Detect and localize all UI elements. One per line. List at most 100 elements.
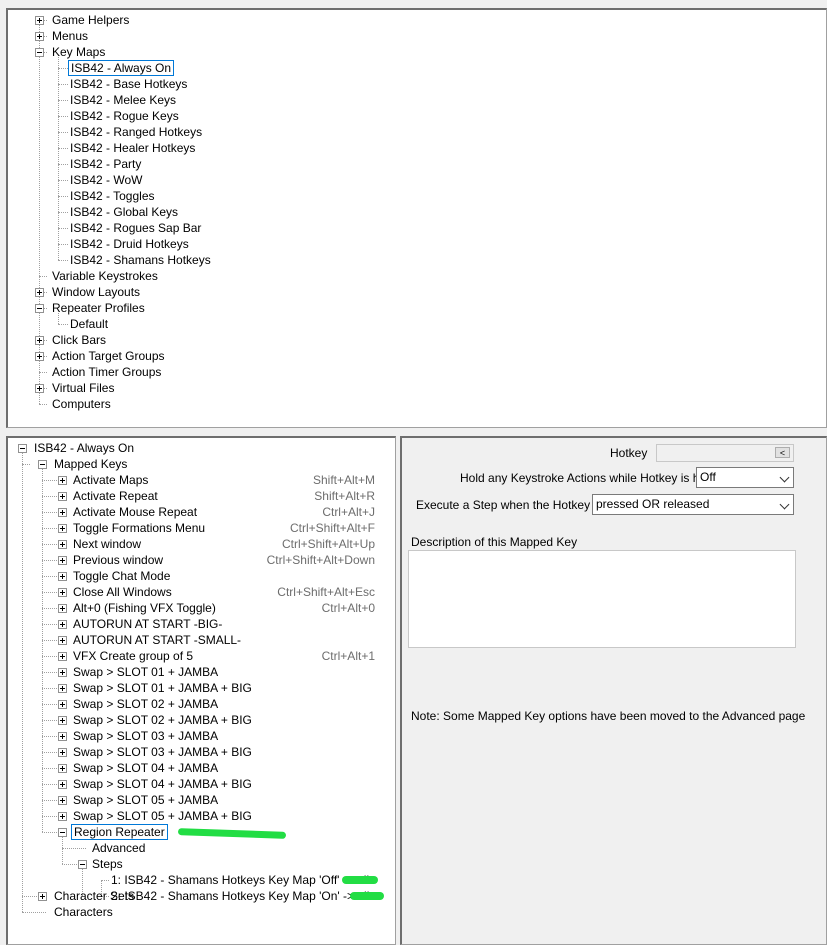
expand-plus-icon[interactable] xyxy=(58,588,67,597)
mapped-key-item[interactable]: AUTORUN AT START -SMALL- xyxy=(71,632,243,648)
collapse-minus-icon[interactable] xyxy=(18,444,27,453)
mapped-key-item[interactable]: Swap > SLOT 02 + JAMBA + BIG xyxy=(71,712,254,728)
tree-item[interactable]: ISB42 - Druid Hotkeys xyxy=(68,236,191,252)
tree-item[interactable]: ISB42 - Toggles xyxy=(68,188,157,204)
mapped-key-item[interactable]: Swap > SLOT 04 + JAMBA + BIG xyxy=(71,776,254,792)
step-item[interactable]: 1: ISB42 - Shamans Hotkeys Key Map 'Off'… xyxy=(109,872,371,888)
expand-plus-icon[interactable] xyxy=(58,748,67,757)
tree-item[interactable]: ISB42 - Party xyxy=(68,156,143,172)
mapped-key-item[interactable]: Toggle Chat Mode xyxy=(71,568,172,584)
expand-plus-icon[interactable] xyxy=(58,604,67,613)
expand-plus-icon[interactable] xyxy=(58,668,67,677)
mapped-key-item[interactable]: Activate Mouse Repeat xyxy=(71,504,199,520)
mapped-key-item[interactable]: Activate Maps xyxy=(71,472,150,488)
expand-plus-icon[interactable] xyxy=(58,620,67,629)
expand-plus-icon[interactable] xyxy=(58,492,67,501)
collapse-minus-icon[interactable] xyxy=(35,304,44,313)
tree-item[interactable]: Game Helpers xyxy=(50,12,131,28)
mapped-key-item[interactable]: AUTORUN AT START -BIG- xyxy=(71,616,224,632)
expand-plus-icon[interactable] xyxy=(58,572,67,581)
hotkey-field[interactable]: < xyxy=(656,444,794,462)
tree-item[interactable]: Virtual Files xyxy=(50,380,116,396)
mapped-key-item[interactable]: Alt+0 (Fishing VFX Toggle) xyxy=(71,600,218,616)
expand-plus-icon[interactable] xyxy=(35,32,44,41)
expand-plus-icon[interactable] xyxy=(58,764,67,773)
expand-plus-icon[interactable] xyxy=(58,652,67,661)
tree-item[interactable]: Key Maps xyxy=(50,44,107,60)
mapped-key-item[interactable]: Swap > SLOT 05 + JAMBA xyxy=(71,792,220,808)
collapse-minus-icon[interactable] xyxy=(58,828,67,837)
hold-actions-select[interactable]: Off xyxy=(696,467,794,488)
character-sets-item[interactable]: Character Sets xyxy=(52,888,136,904)
characters-item[interactable]: Characters xyxy=(52,904,115,920)
execute-step-select[interactable]: pressed OR released xyxy=(592,494,794,515)
collapse-minus-icon[interactable] xyxy=(35,48,44,57)
expand-plus-icon[interactable] xyxy=(58,636,67,645)
tree-item[interactable]: Variable Keystrokes xyxy=(50,268,160,284)
expand-plus-icon[interactable] xyxy=(58,780,67,789)
mapped-key-item[interactable]: Swap > SLOT 01 + JAMBA xyxy=(71,664,220,680)
tree-item[interactable]: Window Layouts xyxy=(50,284,142,300)
mapped-key-item[interactable]: Swap > SLOT 04 + JAMBA xyxy=(71,760,220,776)
tree-item[interactable]: Click Bars xyxy=(50,332,108,348)
expand-plus-icon[interactable] xyxy=(58,716,67,725)
tree-item[interactable]: ISB42 - Base Hotkeys xyxy=(68,76,189,92)
mapped-key-item[interactable]: Swap > SLOT 01 + JAMBA + BIG xyxy=(71,680,254,696)
expand-plus-icon[interactable] xyxy=(35,288,44,297)
tree-root-item[interactable]: ISB42 - Always On xyxy=(32,440,136,456)
expand-plus-icon[interactable] xyxy=(58,700,67,709)
tree-item[interactable]: Action Timer Groups xyxy=(50,364,163,380)
expand-plus-icon[interactable] xyxy=(58,812,67,821)
mapped-keys-item[interactable]: Mapped Keys xyxy=(52,456,129,472)
expand-plus-icon[interactable] xyxy=(58,796,67,805)
expand-plus-icon[interactable] xyxy=(35,384,44,393)
tree-item[interactable]: Default xyxy=(68,316,110,332)
mapped-key-item[interactable]: Activate Repeat xyxy=(71,488,160,504)
mapped-keys-tree-view[interactable]: ISB42 - Always On Mapped Keys Activate Map… xyxy=(6,436,396,945)
mapped-key-item[interactable]: VFX Create group of 5 xyxy=(71,648,195,664)
mapped-key-item[interactable]: Swap > SLOT 02 + JAMBA xyxy=(71,696,220,712)
tree-item[interactable]: ISB42 - WoW xyxy=(68,172,144,188)
expand-plus-icon[interactable] xyxy=(58,732,67,741)
expand-plus-icon[interactable] xyxy=(58,556,67,565)
collapse-minus-icon[interactable] xyxy=(38,460,47,469)
expand-plus-icon[interactable] xyxy=(58,476,67,485)
tree-item[interactable]: Action Target Groups xyxy=(50,348,167,364)
tree-item[interactable]: ISB42 - Melee Keys xyxy=(68,92,178,108)
description-textarea[interactable] xyxy=(408,550,796,648)
expand-plus-icon[interactable] xyxy=(35,16,44,25)
expand-plus-icon[interactable] xyxy=(35,352,44,361)
tree-item[interactable]: ISB42 - Ranged Hotkeys xyxy=(68,124,204,140)
expand-plus-icon[interactable] xyxy=(38,892,47,901)
tree-item[interactable]: Menus xyxy=(50,28,90,44)
collapse-minus-icon[interactable] xyxy=(78,860,87,869)
tree-item[interactable]: ISB42 - Always On xyxy=(68,60,175,76)
mapped-key-item[interactable]: Close All Windows xyxy=(71,584,174,600)
tree-item[interactable]: ISB42 - Healer Hotkeys xyxy=(68,140,197,156)
mapped-key-item[interactable]: Swap > SLOT 05 + JAMBA + BIG xyxy=(71,808,254,824)
mapped-key-item[interactable]: Next window xyxy=(71,536,143,552)
tree-item[interactable]: ISB42 - Rogues Sap Bar xyxy=(68,220,203,236)
tree-item[interactable]: ISB42 - Rogue Keys xyxy=(68,108,181,124)
expand-plus-icon[interactable] xyxy=(58,684,67,693)
chevron-down-icon xyxy=(779,472,790,483)
expand-plus-icon[interactable] xyxy=(35,336,44,345)
tree-item[interactable]: ISB42 - Global Keys xyxy=(68,204,180,220)
tree-item[interactable]: Computers xyxy=(50,396,113,412)
hotkey-clear-button[interactable]: < xyxy=(775,447,790,458)
region-repeater-item[interactable]: Region Repeater xyxy=(71,824,168,840)
mapped-key-item[interactable]: Toggle Formations Menu xyxy=(71,520,207,536)
mapped-key-item[interactable]: Previous window xyxy=(71,552,165,568)
mapped-key-item[interactable]: Swap > SLOT 03 + JAMBA xyxy=(71,728,220,744)
tree-item[interactable]: Repeater Profiles xyxy=(50,300,147,316)
mapped-key-item[interactable]: Swap > SLOT 03 + JAMBA + BIG xyxy=(71,744,254,760)
tree-item[interactable]: ISB42 - Shamans Hotkeys xyxy=(68,252,213,268)
step-item[interactable]: 2: ISB42 - Shamans Hotkeys Key Map 'On' … xyxy=(109,888,371,904)
tree-line xyxy=(58,84,68,85)
top-tree-view[interactable]: Game Helpers Menus Key Maps ISB42 - Always … xyxy=(6,8,827,428)
expand-plus-icon[interactable] xyxy=(58,524,67,533)
advanced-item[interactable]: Advanced xyxy=(90,840,147,856)
expand-plus-icon[interactable] xyxy=(58,540,67,549)
expand-plus-icon[interactable] xyxy=(58,508,67,517)
steps-item[interactable]: Steps xyxy=(90,856,125,872)
